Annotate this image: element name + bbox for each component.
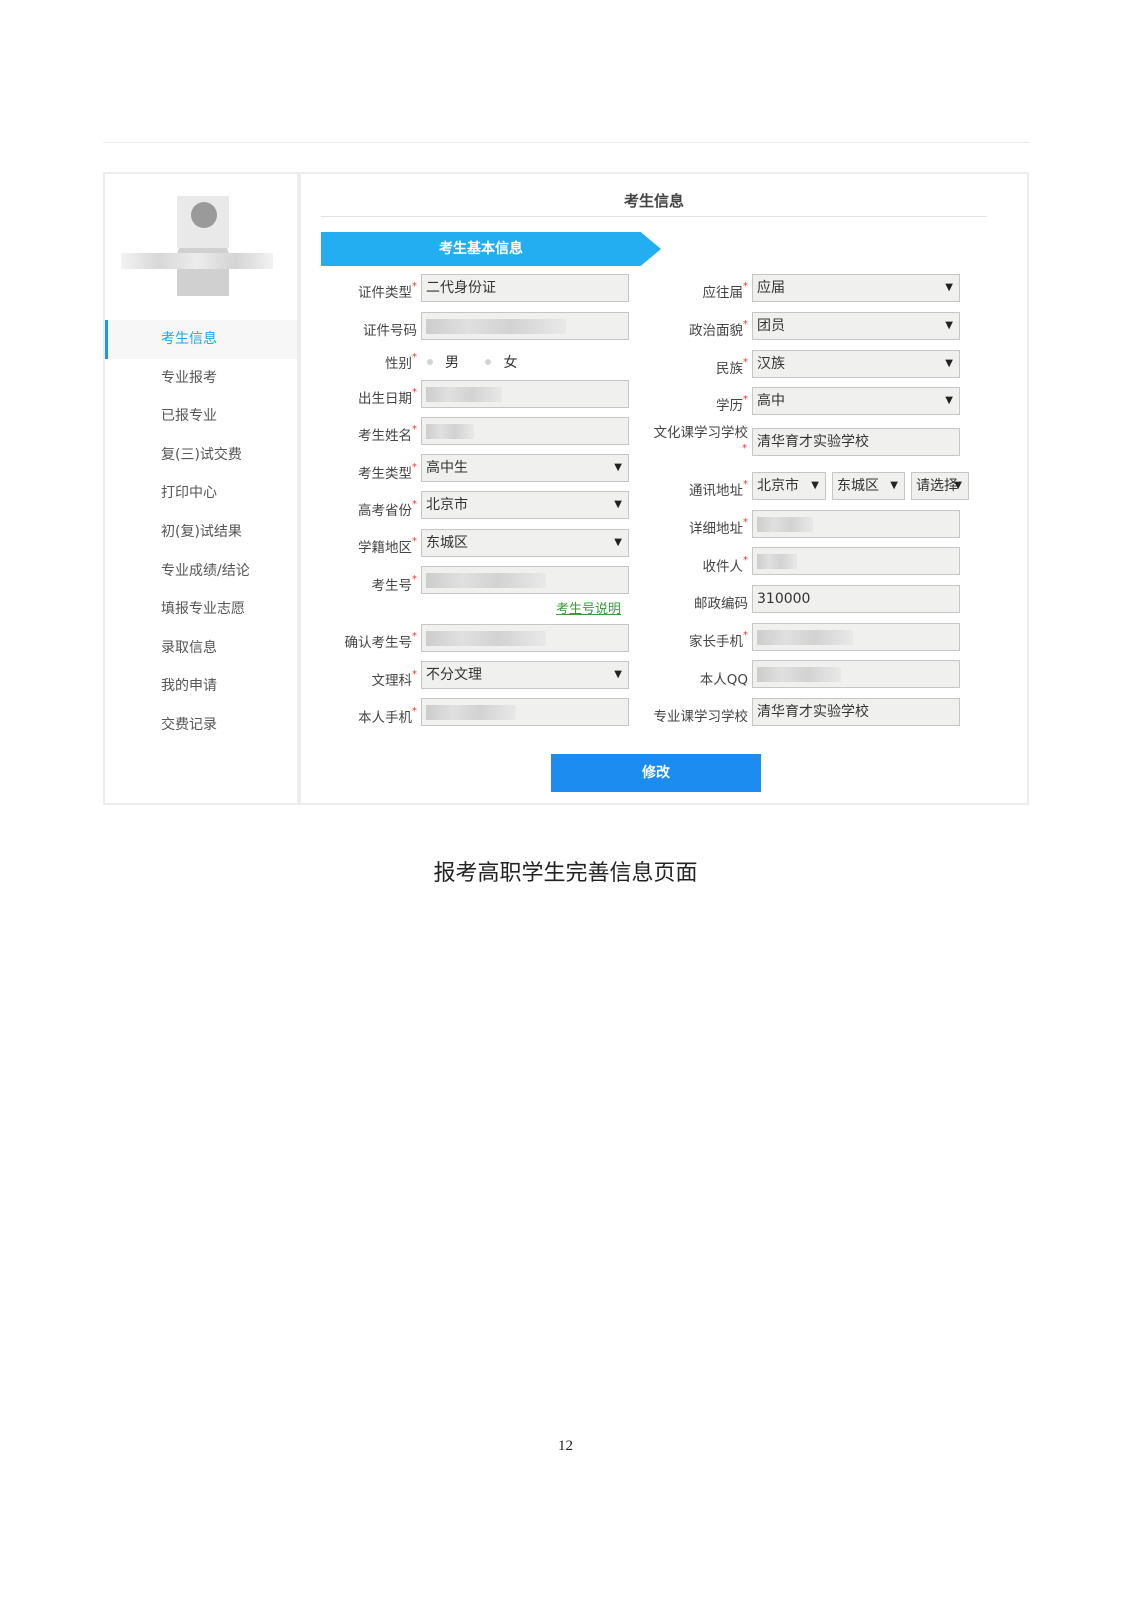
- page-number: 12: [558, 1438, 573, 1454]
- address-street-select[interactable]: 请选择 ▼: [911, 472, 969, 500]
- chevron-down-icon: ▼: [614, 537, 622, 548]
- title-divider: [321, 216, 987, 217]
- chevron-down-icon: ▼: [614, 499, 622, 510]
- figure-caption: 报考高职学生完善信息页面: [433, 861, 698, 886]
- exam-province-select[interactable]: 北京市 ▼: [421, 491, 629, 519]
- chevron-down-icon: ▼: [811, 480, 819, 491]
- school-district-label: 学籍地区*: [358, 536, 417, 556]
- app-frame: 考生信息 专业报考 已报专业 复(三)试交费 打印中心 初(复)试结果 专业成绩…: [103, 172, 1029, 805]
- address-city-select[interactable]: 北京市 ▼: [752, 472, 826, 500]
- address-district-select[interactable]: 东城区 ▼: [832, 472, 905, 500]
- tab-family-info[interactable]: 家庭成员信息: [649, 232, 967, 266]
- chevron-down-icon: ▼: [945, 358, 953, 369]
- education-label: 学历*: [716, 394, 748, 414]
- sidebar: 考生信息 专业报考 已报专业 复(三)试交费 打印中心 初(复)试结果 专业成绩…: [105, 174, 301, 803]
- gender-male-radio[interactable]: [427, 359, 433, 365]
- school-district-select[interactable]: 东城区 ▼: [421, 529, 629, 557]
- postal-code-label: 邮政编码: [694, 596, 748, 612]
- top-divider: [103, 142, 1030, 143]
- sidebar-item-apply-major[interactable]: 专业报考: [105, 359, 297, 398]
- birth-date-label: 出生日期*: [358, 387, 417, 407]
- mobile-field[interactable]: [421, 698, 629, 726]
- subject-track-select[interactable]: 不分文理 ▼: [421, 661, 629, 689]
- parent-mobile-field[interactable]: [752, 623, 960, 651]
- gender-female-label: 女: [503, 355, 518, 371]
- sidebar-item-admission-info[interactable]: 录取信息: [105, 629, 297, 668]
- sidebar-item-test-results[interactable]: 初(复)试结果: [105, 513, 297, 552]
- political-status-label: 政治面貌*: [689, 319, 748, 339]
- sidebar-item-major-preference[interactable]: 填报专业志愿: [105, 590, 297, 629]
- professional-school-field[interactable]: 清华育才实验学校: [752, 698, 960, 726]
- chevron-down-icon: ▼: [945, 320, 953, 331]
- chevron-down-icon: ▼: [890, 480, 898, 491]
- gender-radio-group: 男 女: [423, 352, 517, 372]
- recipient-label: 收件人*: [702, 555, 749, 575]
- candidate-type-label: 考生类型*: [358, 462, 417, 482]
- chevron-down-icon: ▼: [945, 282, 953, 293]
- tab-basic-info[interactable]: 考生基本信息: [321, 232, 661, 266]
- detail-address-label: 详细地址*: [689, 517, 748, 537]
- chevron-down-icon: ▼: [954, 480, 962, 491]
- exam-province-label: 高考省份*: [358, 499, 417, 519]
- qq-field[interactable]: [752, 660, 960, 688]
- exam-number-help-link[interactable]: 考生号说明: [556, 598, 621, 617]
- detail-address-field[interactable]: [752, 510, 960, 538]
- main-panel: 考生信息 家庭成员信息 考生基本信息 证件类型* 二代身份证 证件号码 性别* …: [301, 174, 1027, 803]
- confirm-exam-number-label: 确认考生号*: [344, 631, 418, 651]
- professional-school-label: 专业课学习学校: [653, 709, 749, 725]
- sidebar-item-retest-fee[interactable]: 复(三)试交费: [105, 436, 297, 475]
- ethnicity-select[interactable]: 汉族 ▼: [752, 350, 960, 378]
- education-select[interactable]: 高中 ▼: [752, 387, 960, 415]
- gender-label: 性别*: [385, 352, 417, 372]
- postal-code-field[interactable]: 310000: [752, 585, 960, 613]
- parent-mobile-label: 家长手机*: [689, 630, 748, 650]
- candidate-type-select[interactable]: 高中生 ▼: [421, 454, 629, 482]
- sidebar-item-my-applications[interactable]: 我的申请: [105, 667, 297, 706]
- gender-female-radio[interactable]: [485, 359, 492, 365]
- id-number-field[interactable]: [421, 312, 629, 340]
- exam-number-label: 考生号*: [371, 574, 418, 594]
- mailing-address-label: 通讯地址*: [689, 479, 748, 499]
- graduation-status-select[interactable]: 应届 ▼: [752, 274, 960, 302]
- sidebar-item-candidate-info[interactable]: 考生信息: [105, 320, 297, 359]
- name-field[interactable]: [421, 417, 629, 445]
- id-type-label: 证件类型*: [358, 281, 417, 301]
- sidebar-item-major-scores[interactable]: 专业成绩/结论: [105, 552, 297, 591]
- modify-button[interactable]: 修改: [551, 754, 761, 792]
- cultural-school-field[interactable]: 清华育才实验学校: [752, 428, 960, 456]
- political-status-select[interactable]: 团员 ▼: [752, 312, 960, 340]
- subject-track-label: 文理科*: [371, 669, 418, 689]
- mobile-label: 本人手机*: [358, 706, 417, 726]
- exam-number-field[interactable]: [421, 566, 629, 594]
- chevron-down-icon: ▼: [614, 462, 622, 473]
- gender-male-label: 男: [445, 355, 459, 371]
- recipient-field[interactable]: [752, 547, 960, 575]
- avatar: [177, 196, 229, 296]
- birth-date-field[interactable]: [421, 380, 629, 408]
- chevron-down-icon: ▼: [614, 669, 622, 680]
- sidebar-item-payment-records[interactable]: 交费记录: [105, 706, 297, 745]
- sidebar-nav: 考生信息 专业报考 已报专业 复(三)试交费 打印中心 初(复)试结果 专业成绩…: [105, 320, 297, 745]
- id-number-label: 证件号码: [363, 323, 417, 339]
- id-type-field[interactable]: 二代身份证: [421, 274, 629, 302]
- sidebar-item-applied-majors[interactable]: 已报专业: [105, 397, 297, 436]
- sidebar-item-print-center[interactable]: 打印中心: [105, 474, 297, 513]
- confirm-exam-number-field[interactable]: [421, 624, 629, 652]
- qq-label: 本人QQ: [699, 672, 748, 688]
- chevron-down-icon: ▼: [945, 395, 953, 406]
- page-title: 考生信息: [623, 192, 684, 210]
- user-name-redacted: [121, 253, 273, 269]
- tab-bar: 家庭成员信息 考生基本信息: [321, 232, 967, 266]
- ethnicity-label: 民族*: [716, 357, 748, 377]
- graduation-status-label: 应往届*: [702, 281, 749, 301]
- cultural-school-label: 文化课学习学校 *: [653, 425, 749, 455]
- name-label: 考生姓名*: [358, 424, 417, 444]
